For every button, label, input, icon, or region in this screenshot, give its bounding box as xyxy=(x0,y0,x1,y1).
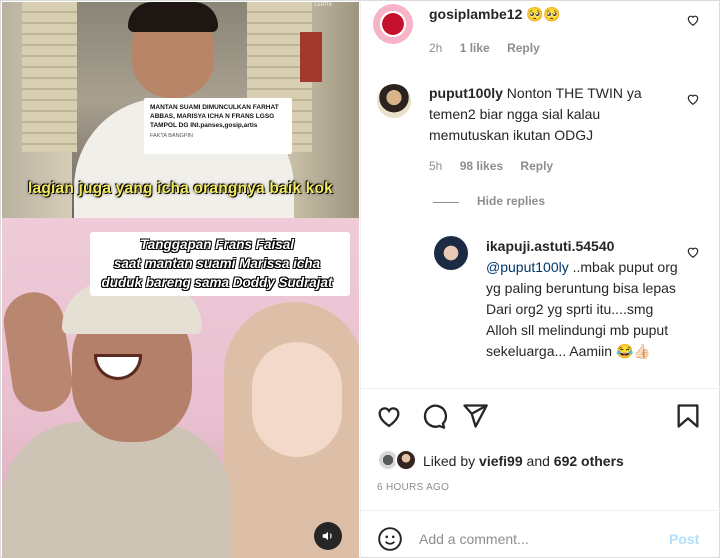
avatar[interactable] xyxy=(377,84,411,118)
comment-like-icon[interactable] xyxy=(686,13,700,27)
comment-like-icon[interactable] xyxy=(686,245,700,259)
comment-meta: 2h 1 like Reply xyxy=(429,41,554,55)
actions-divider xyxy=(361,388,720,389)
liker-avatar[interactable] xyxy=(395,449,417,471)
comment-icon[interactable] xyxy=(419,402,447,430)
comment-body: puput100ly Nonton THE TWIN ya temen2 bia… xyxy=(429,83,651,146)
comment-username[interactable]: ikapuji.astuti.54540 xyxy=(486,238,614,254)
likes-summary: Liked by viefi99 and 692 others xyxy=(423,453,624,469)
comment-username[interactable]: puput100ly xyxy=(429,85,503,101)
reply-button[interactable]: Reply xyxy=(507,41,540,55)
comment-input[interactable]: Add a comment... xyxy=(419,531,529,547)
news-caption-card: MANTAN SUAMI DIMUNCULKAN FARHAT ABBAS, M… xyxy=(144,98,292,154)
comment-like-icon[interactable] xyxy=(686,92,700,106)
comment-body: @puput100ly ..mbak puput org yg paling b… xyxy=(486,257,682,362)
avatar[interactable] xyxy=(373,4,413,44)
instagram-post-frame: CERITA MANTAN SUAMI DIMUNCULKAN FARHAT A… xyxy=(0,0,720,558)
hide-replies-button[interactable]: Hide replies xyxy=(477,194,545,208)
comments-panel: gosiplambe12 🥺🥺 2h 1 like Reply puput100… xyxy=(360,2,720,558)
audio-toggle-button[interactable] xyxy=(314,522,342,550)
likes-others-link[interactable]: 692 others xyxy=(554,453,624,469)
speaker-icon xyxy=(322,531,332,541)
comment-likes[interactable]: 1 like xyxy=(460,41,490,55)
heart-icon[interactable] xyxy=(375,402,403,430)
post-comment-button[interactable]: Post xyxy=(669,531,699,547)
headline-caption: Tanggapan Frans Faisal saat mantan suami… xyxy=(101,237,333,290)
news-caption-source: FAKTA BANGPIN xyxy=(150,133,193,139)
emoji-icon[interactable] xyxy=(377,526,403,552)
liker-username[interactable]: viefi99 xyxy=(479,453,523,469)
news-caption-title: MANTAN SUAMI DIMUNCULKAN FARHAT ABBAS, M… xyxy=(150,104,279,129)
send-icon[interactable] xyxy=(461,402,489,430)
bookmark-icon[interactable] xyxy=(674,402,702,430)
post-media[interactable]: CERITA MANTAN SUAMI DIMUNCULKAN FARHAT A… xyxy=(2,2,359,558)
reply-button[interactable]: Reply xyxy=(520,159,553,173)
comment-meta: 5h 98 likes Reply xyxy=(429,159,567,173)
comment-text: 🥺🥺 xyxy=(526,6,561,22)
video-watermark: CERITA xyxy=(314,2,332,8)
video-subtitle: lagian juga yang icha orangnya baik kok xyxy=(28,180,333,197)
composer-divider xyxy=(361,510,720,511)
post-timestamp[interactable]: 6 HOURS AGO xyxy=(377,482,449,493)
comment-likes[interactable]: 98 likes xyxy=(460,159,503,173)
comment-username[interactable]: gosiplambe12 xyxy=(429,6,522,22)
comment-time[interactable]: 2h xyxy=(429,41,442,55)
comment-mention[interactable]: @puput100ly xyxy=(486,259,569,275)
comment-time[interactable]: 5h xyxy=(429,159,442,173)
avatar[interactable] xyxy=(434,236,468,270)
